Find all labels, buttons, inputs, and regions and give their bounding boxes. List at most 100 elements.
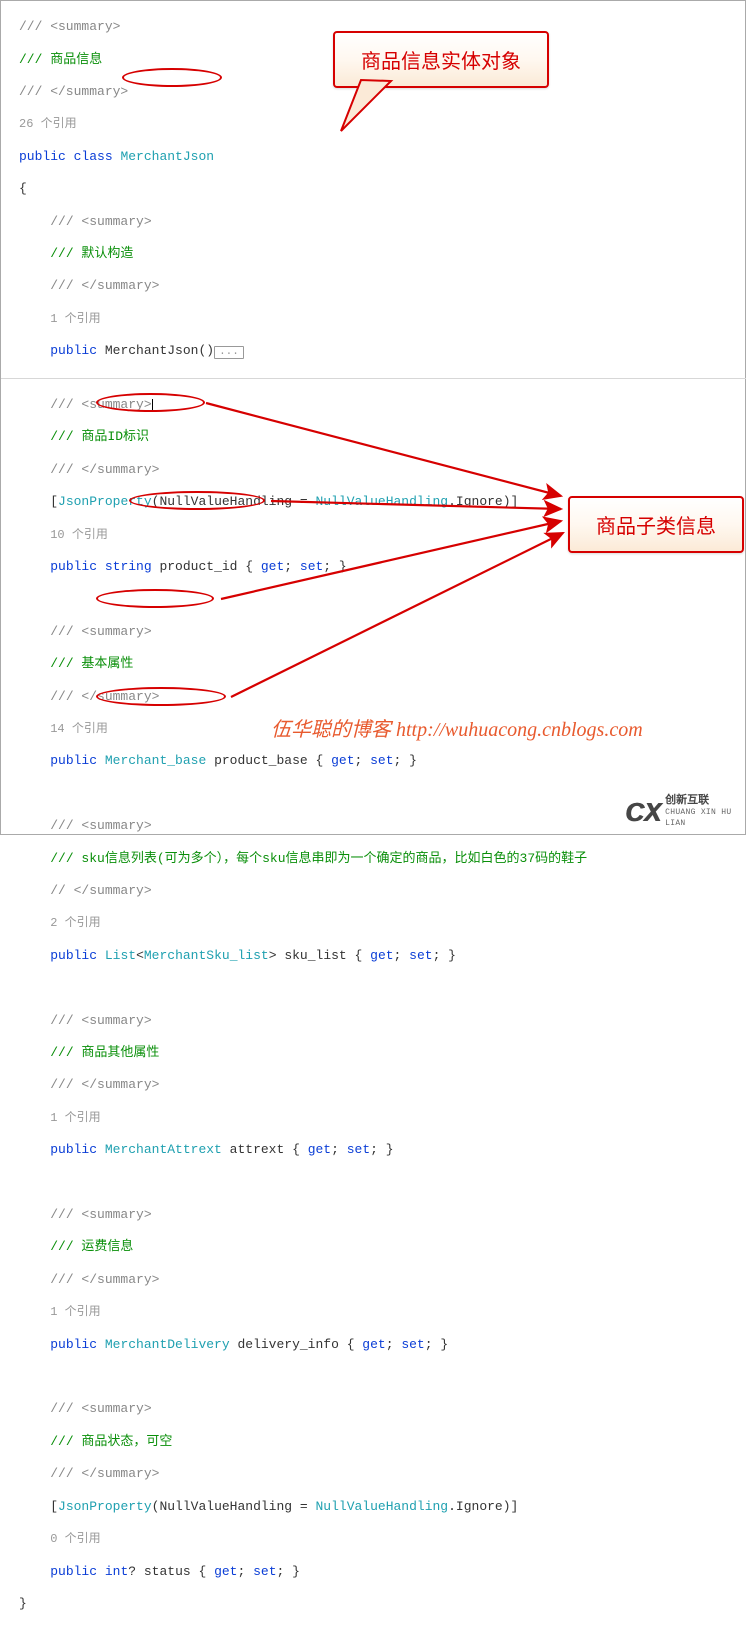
sep: ; [386,1337,402,1352]
keyword-public: public [50,753,97,768]
circle-merchant-base [96,393,205,412]
keyword-set: set [347,1142,370,1157]
keyword-set: set [300,559,323,574]
class-name-merchantjson: MerchantJson [120,149,214,164]
xml-doc-open: /// <summary> [50,624,151,639]
fold-button[interactable]: ... [214,346,244,359]
xml-doc-open: /// <summary> [50,1401,151,1416]
xml-doc-sku: /// sku信息列表(可为多个），每个sku信息串即为一个确定的商品，比如白色… [50,851,587,866]
keyword-get: get [362,1337,385,1352]
attr-nvh: NullValueHandling [315,1499,448,1514]
prop-attrext: attrext { [222,1142,308,1157]
xml-doc-close: /// </summary> [19,84,128,99]
watermark-logo: CX 创新互联 CHUANG XIN HU LIAN [625,795,740,829]
codelens-refs[interactable]: 1 个引用 [50,1111,100,1125]
attr-open: [ [50,1499,58,1514]
prop-productid: product_id { [152,559,261,574]
keyword-public: public [50,1142,97,1157]
codelens-refs[interactable]: 1 个引用 [50,1305,100,1319]
type-list: List [105,948,136,963]
type-int: int [105,1564,128,1579]
type-merchant-base: Merchant_base [105,753,206,768]
circle-merchantskulist [129,491,265,510]
keyword-set: set [401,1337,424,1352]
sep: ; [355,753,371,768]
xml-doc-close: /// </summary> [50,1272,159,1287]
xml-doc-open: /// <summary> [50,818,151,833]
acc-close: ; } [323,559,346,574]
attr-ignore: .Ignore)] [448,1499,518,1514]
attr-nvh: NullValueHandling [315,494,448,509]
keyword-get: get [308,1142,331,1157]
sep: ; [331,1142,347,1157]
keyword-public: public [50,1337,97,1352]
region-separator [1,378,746,379]
codelens-refs[interactable]: 2 个引用 [50,916,100,930]
xml-doc-text: /// 商品信息 [19,52,102,67]
ctor-paren: () [198,343,214,358]
xml-doc-open: /// <summary> [19,19,120,34]
circle-merchantdelivery [96,687,226,706]
xml-doc-close: /// </summary> [50,462,159,477]
annotation-subclasses: 商品子类信息 [568,496,744,553]
keyword-set: set [370,753,393,768]
keyword-get: get [214,1564,237,1579]
acc-close: ; } [433,948,456,963]
nullable-q: ? [128,1564,136,1579]
lt: < [136,948,144,963]
xml-doc-open: /// <summary> [50,1013,151,1028]
ctor-name: MerchantJson [105,343,199,358]
xml-doc-status: /// 商品状态，可空 [50,1434,172,1449]
type-string: string [105,559,152,574]
xml-doc-productid: /// 商品ID标识 [50,429,149,444]
xml-doc-close: /// </summary> [50,278,159,293]
prop-delivery: delivery_info { [230,1337,363,1352]
xml-doc-open: /// <summary> [50,1207,151,1222]
keyword-public: public [50,343,97,358]
keyword-public: public [19,149,66,164]
attr-args: (NullValueHandling = [152,1499,316,1514]
prop-productbase: product_base { [206,753,331,768]
xml-doc-delivery: /// 运费信息 [50,1239,133,1254]
attr-ignore: .Ignore)] [448,494,518,509]
logo-cx-icon: CX [625,797,661,828]
codelens-refs[interactable]: 10 个引用 [50,528,108,542]
xml-doc-ctor: /// 默认构造 [50,246,133,261]
keyword-class: class [74,149,113,164]
xml-doc-open: /// <summary> [50,214,151,229]
keyword-public: public [50,948,97,963]
xml-doc-basic: /// 基本属性 [50,656,133,671]
keyword-public: public [50,559,97,574]
xml-doc-close-broken: // </summary> [50,883,151,898]
codelens-refs[interactable]: 0 个引用 [50,1532,100,1546]
type-delivery: MerchantDelivery [105,1337,230,1352]
attr-open: [ [50,494,58,509]
watermark-blog-text: 伍华聪的博客 http://wuhuacong.cnblogs.com [271,713,643,742]
keyword-get: get [370,948,393,963]
codelens-refs[interactable]: 26 个引用 [19,117,77,131]
codelens-refs[interactable]: 14 个引用 [50,722,108,736]
keyword-public: public [50,1564,97,1579]
xml-doc-close: /// </summary> [50,1077,159,1092]
annotation-entity-object: 商品信息实体对象 [333,31,549,88]
keyword-get: get [331,753,354,768]
sep: ; [394,948,410,963]
type-attrext: MerchantAttrext [105,1142,222,1157]
keyword-set: set [409,948,432,963]
acc-close: ; } [394,753,417,768]
logo-sub: CHUANG XIN HU LIAN [665,807,740,829]
acc-close: ; } [370,1142,393,1157]
circle-merchantattrext [96,589,214,608]
keyword-set: set [253,1564,276,1579]
codelens-refs[interactable]: 1 个引用 [50,312,100,326]
type-skulist: MerchantSku_list [144,948,269,963]
attr-jsonproperty: JsonProperty [58,1499,152,1514]
acc-close: ; } [425,1337,448,1352]
logo-brand: 创新互联 [665,796,740,807]
sep: ; [284,559,300,574]
open-brace: { [19,181,27,196]
acc-close: ; } [277,1564,300,1579]
close-brace: } [19,1596,27,1611]
xml-doc-close: /// </summary> [50,1466,159,1481]
sep: ; [237,1564,253,1579]
